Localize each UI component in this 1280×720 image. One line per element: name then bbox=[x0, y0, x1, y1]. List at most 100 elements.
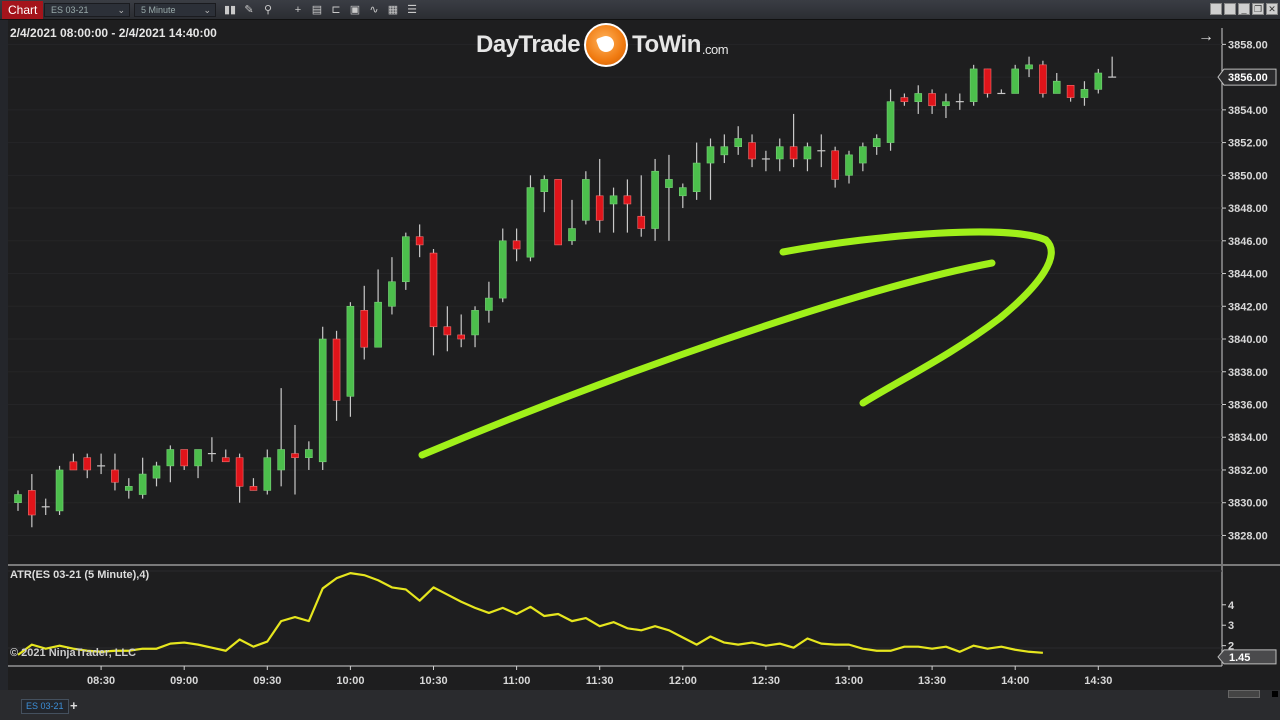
instrument-selector[interactable]: ES 03-21 ⌄ bbox=[44, 3, 130, 17]
time-tick-label: 08:30 bbox=[87, 675, 115, 687]
properties-icon[interactable]: ⊏ bbox=[328, 2, 344, 18]
crosshair-icon[interactable]: + bbox=[290, 2, 306, 18]
candle-body-up bbox=[568, 228, 576, 242]
candle-body-down bbox=[637, 215, 646, 229]
candle-body-down bbox=[512, 240, 521, 250]
time-tick-label: 10:30 bbox=[419, 675, 447, 687]
candle-body-up bbox=[152, 465, 161, 479]
candle-body-up bbox=[582, 179, 590, 221]
time-tick-label: 10:00 bbox=[336, 675, 364, 687]
candle-body-up bbox=[678, 187, 687, 197]
candle bbox=[969, 64, 978, 106]
candle-body-up bbox=[138, 473, 147, 495]
atr-tick-label: 3 bbox=[1228, 620, 1234, 632]
candle-body-down bbox=[415, 236, 424, 246]
price-tick-label: 3840.00 bbox=[1228, 334, 1268, 346]
current-price-label: 3856.00 bbox=[1228, 72, 1268, 84]
candle-body-up bbox=[845, 154, 853, 176]
candle-body-down bbox=[249, 486, 258, 491]
candle-body-up bbox=[14, 494, 22, 504]
price-tick-label: 3846.00 bbox=[1228, 236, 1268, 248]
template-icon[interactable]: ▣ bbox=[347, 2, 363, 18]
candle-body-up bbox=[734, 138, 743, 147]
candle bbox=[582, 171, 590, 225]
close-button[interactable]: ✕ bbox=[1266, 3, 1278, 15]
candle-body-up bbox=[969, 68, 978, 102]
candle-body-up bbox=[318, 338, 327, 463]
price-tick-label: 3842.00 bbox=[1228, 301, 1268, 313]
chevron-down-icon: ⌄ bbox=[117, 5, 125, 15]
interval-value: 5 Minute bbox=[141, 5, 176, 15]
candle-body-down bbox=[429, 252, 438, 328]
price-tick-label: 3850.00 bbox=[1228, 170, 1268, 182]
candle-body-up bbox=[166, 449, 175, 467]
price-tick-label: 3854.00 bbox=[1228, 105, 1268, 117]
strategy-icon[interactable]: ∿ bbox=[366, 2, 382, 18]
price-tick-label: 3834.00 bbox=[1228, 432, 1268, 444]
price-tick-label: 3836.00 bbox=[1228, 399, 1268, 411]
candle-body-up bbox=[540, 179, 549, 192]
pin-button[interactable] bbox=[1210, 3, 1222, 15]
candle-body-down bbox=[554, 179, 562, 246]
zoom-icon[interactable]: ⚲ bbox=[260, 2, 276, 18]
left-edge bbox=[0, 20, 8, 690]
candle-body-up bbox=[388, 281, 396, 307]
candle-body-up bbox=[346, 305, 355, 397]
toolbar-divider bbox=[279, 2, 287, 18]
candle-body-down bbox=[831, 150, 839, 180]
instrument-tab[interactable]: ES 03-21 bbox=[21, 699, 69, 714]
candle-body-down bbox=[1066, 84, 1075, 98]
candle-body-down bbox=[111, 469, 119, 483]
list-icon[interactable]: ☰ bbox=[404, 2, 420, 18]
candle-body-up bbox=[485, 297, 493, 311]
interval-selector[interactable]: 5 Minute ⌄ bbox=[134, 3, 216, 17]
candle-body-up bbox=[886, 101, 895, 143]
pencil-icon[interactable]: ✎ bbox=[241, 2, 257, 18]
chart-canvas[interactable]: 3828.00 3830.00 3832.00 3834.00 3836.00 3838.… bbox=[0, 20, 1280, 690]
notes-icon[interactable]: ▦ bbox=[385, 2, 401, 18]
chart-title-tab[interactable]: Chart bbox=[2, 1, 44, 19]
candle-body-down bbox=[180, 449, 188, 467]
arrow-right-icon[interactable]: → bbox=[1198, 28, 1214, 46]
candle bbox=[983, 68, 992, 98]
add-tab-button[interactable]: + bbox=[70, 698, 78, 713]
candle-body-up bbox=[1080, 89, 1089, 98]
candle-body-up bbox=[803, 146, 812, 160]
price-tick-label: 3848.00 bbox=[1228, 203, 1268, 215]
candle-body-down bbox=[360, 310, 369, 348]
chevron-down-icon: ⌄ bbox=[203, 5, 211, 15]
time-tick-label: 14:30 bbox=[1084, 675, 1112, 687]
candle bbox=[526, 175, 535, 262]
candle-body-up bbox=[277, 449, 285, 471]
chart-toolbar: Chart ES 03-21 ⌄ 5 Minute ⌄ ▮▮ ✎ ⚲ + ▤ ⊏ ▣… bbox=[0, 0, 1280, 20]
candle-body-down bbox=[457, 334, 466, 340]
candle-body-down bbox=[69, 461, 78, 471]
scroll-end-button[interactable] bbox=[1272, 691, 1278, 697]
candle-body-up bbox=[1025, 64, 1033, 70]
candle-body-up bbox=[471, 310, 479, 336]
bar-type-icon[interactable]: ▮▮ bbox=[222, 2, 238, 18]
horizontal-scrollbar[interactable] bbox=[1228, 690, 1260, 698]
minimize-button[interactable]: _ bbox=[1238, 3, 1250, 15]
candle-body-down bbox=[748, 142, 756, 160]
candle-body-up bbox=[859, 146, 867, 164]
candle-body-up bbox=[498, 240, 507, 299]
candle-body-up bbox=[401, 236, 410, 283]
time-tick-label: 12:00 bbox=[669, 675, 697, 687]
time-tick-label: 14:00 bbox=[1001, 675, 1029, 687]
price-tick-label: 3844.00 bbox=[1228, 269, 1268, 281]
candle-body-up bbox=[942, 101, 950, 107]
time-tick-label: 11:30 bbox=[586, 675, 614, 687]
candle-body-down bbox=[443, 326, 452, 336]
logo-suffix: .com bbox=[701, 41, 729, 57]
candle-body-up bbox=[305, 449, 313, 458]
candle-body-up bbox=[263, 457, 272, 491]
time-tick-label: 13:00 bbox=[835, 675, 863, 687]
price-tick-label: 3852.00 bbox=[1228, 138, 1268, 150]
data-box-icon[interactable]: ▤ bbox=[309, 2, 325, 18]
candle bbox=[651, 158, 659, 241]
link-button[interactable] bbox=[1224, 3, 1236, 15]
restore-button[interactable]: ❐ bbox=[1252, 3, 1264, 15]
daytradetowin-logo: DayTrade ToWin .com bbox=[476, 22, 729, 68]
candle-body-down bbox=[928, 93, 936, 107]
